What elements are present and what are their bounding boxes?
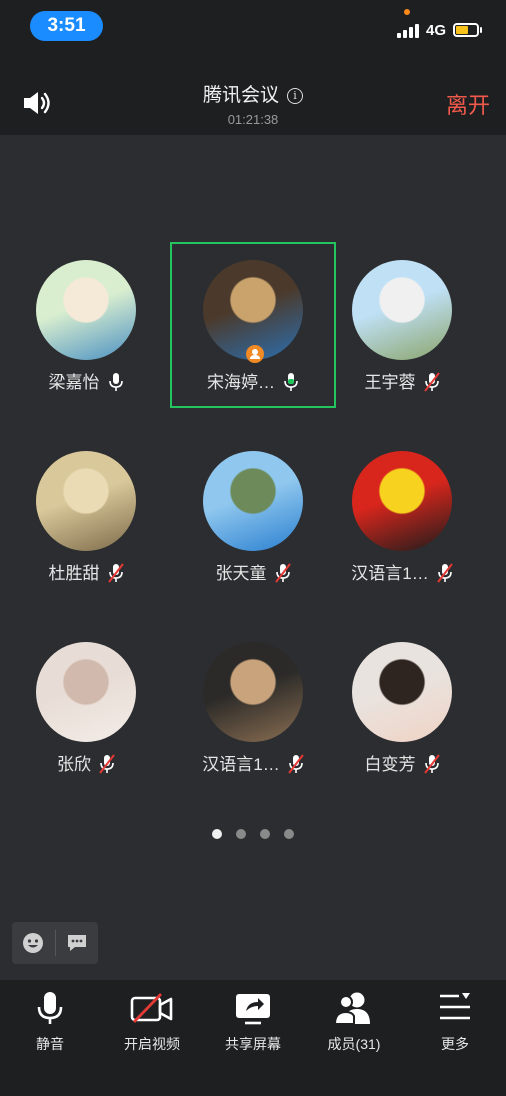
participant-name: 王宇蓉 xyxy=(364,373,416,392)
host-badge-icon xyxy=(246,345,264,363)
mic-muted-icon xyxy=(107,563,124,583)
meeting-duration: 01:21:38 xyxy=(227,112,279,127)
participant-name: 张欣 xyxy=(57,755,91,774)
emoji-icon[interactable] xyxy=(22,932,44,954)
recording-indicator xyxy=(404,9,410,15)
participant-name: 汉语言1… xyxy=(202,755,280,774)
battery-tip xyxy=(480,27,482,33)
mic-muted-icon xyxy=(99,754,115,774)
more-menu-icon xyxy=(440,993,470,1020)
avatar[interactable] xyxy=(352,260,452,360)
leave-button[interactable]: 离开 xyxy=(446,88,490,120)
page-dot-active[interactable] xyxy=(212,829,222,839)
participant-tile[interactable]: 杜胜甜 xyxy=(3,433,169,599)
avatar[interactable] xyxy=(36,642,136,742)
info-icon[interactable]: i xyxy=(287,88,303,104)
mute-button[interactable]: 静音 xyxy=(5,990,95,1054)
battery-icon xyxy=(453,23,479,37)
meeting-header: 腾讯会议 i 01:21:38 离开 xyxy=(0,60,506,135)
avatar[interactable] xyxy=(352,642,452,742)
clock: 3:51 xyxy=(30,11,103,41)
mic-on-icon xyxy=(284,373,298,391)
reaction-chat-bar xyxy=(12,922,98,964)
participant-name: 张天童 xyxy=(215,564,267,583)
mic-muted-icon xyxy=(423,372,440,392)
share-label: 共享屏幕 xyxy=(225,1036,281,1052)
members-button[interactable]: 成员(31) xyxy=(309,990,399,1054)
meeting-title[interactable]: 腾讯会议 xyxy=(203,85,279,106)
participant-name: 杜胜甜 xyxy=(48,564,100,583)
members-label: 成员(31) xyxy=(327,1036,381,1052)
participant-name: 汉语言1… xyxy=(351,564,429,583)
share-screen-button[interactable]: 共享屏幕 xyxy=(208,990,298,1054)
mic-muted-icon xyxy=(436,563,453,583)
participant-tile[interactable]: 汉语言1… xyxy=(170,624,336,790)
participant-name-row: 杜胜甜 xyxy=(3,559,169,584)
participant-name: 宋海婷… xyxy=(207,373,275,392)
participant-name-row: 汉语言1… xyxy=(319,559,485,584)
microphone-icon xyxy=(37,992,63,1024)
status-bar: 3:51 4G xyxy=(0,0,506,60)
avatar[interactable] xyxy=(36,260,136,360)
more-label: 更多 xyxy=(441,1036,469,1052)
participant-name-row: 张天童 xyxy=(170,559,336,584)
participant-name-row: 宋海婷… xyxy=(172,368,334,393)
mic-muted-icon xyxy=(423,754,440,774)
participant-tile[interactable]: 宋海婷… xyxy=(170,242,336,408)
participant-name-row: 张欣 xyxy=(3,750,169,775)
mic-muted-icon xyxy=(287,754,304,774)
mute-label: 静音 xyxy=(36,1036,64,1052)
avatar[interactable] xyxy=(36,451,136,551)
members-icon xyxy=(333,992,370,1025)
participant-name: 白变芳 xyxy=(364,755,416,774)
participant-tile[interactable]: 白变芳 xyxy=(319,624,485,790)
network-type: 4G xyxy=(426,22,447,39)
page-dot[interactable] xyxy=(284,829,294,839)
page-dot[interactable] xyxy=(236,829,246,839)
participant-tile[interactable]: 汉语言1… xyxy=(319,433,485,599)
avatar[interactable] xyxy=(203,642,303,742)
share-screen-icon xyxy=(236,994,270,1025)
signal-icon xyxy=(397,24,423,38)
mic-on-icon xyxy=(108,373,123,391)
video-off-icon xyxy=(130,993,173,1023)
avatar[interactable] xyxy=(203,451,303,551)
participant-name-row: 汉语言1… xyxy=(170,750,336,775)
participant-name-row: 白变芳 xyxy=(319,750,485,775)
avatar[interactable] xyxy=(352,451,452,551)
chat-icon[interactable] xyxy=(66,933,88,953)
participant-tile[interactable]: 梁嘉怡 xyxy=(3,242,169,408)
page-dot[interactable] xyxy=(260,829,270,839)
video-label: 开启视频 xyxy=(124,1036,180,1052)
participant-name-row: 梁嘉怡 xyxy=(3,368,169,393)
participant-tile[interactable]: 王宇蓉 xyxy=(319,242,485,408)
participant-tile[interactable]: 张天童 xyxy=(170,433,336,599)
bottom-toolbar: 静音 开启视频 共享屏幕 成员(31) 更多 xyxy=(0,980,506,1096)
more-button[interactable]: 更多 xyxy=(410,990,500,1054)
participant-name-row: 王宇蓉 xyxy=(319,368,485,393)
divider xyxy=(55,930,56,956)
start-video-button[interactable]: 开启视频 xyxy=(107,990,197,1054)
participant-tile[interactable]: 张欣 xyxy=(3,624,169,790)
participant-name: 梁嘉怡 xyxy=(48,373,100,392)
mic-muted-icon xyxy=(274,563,291,583)
